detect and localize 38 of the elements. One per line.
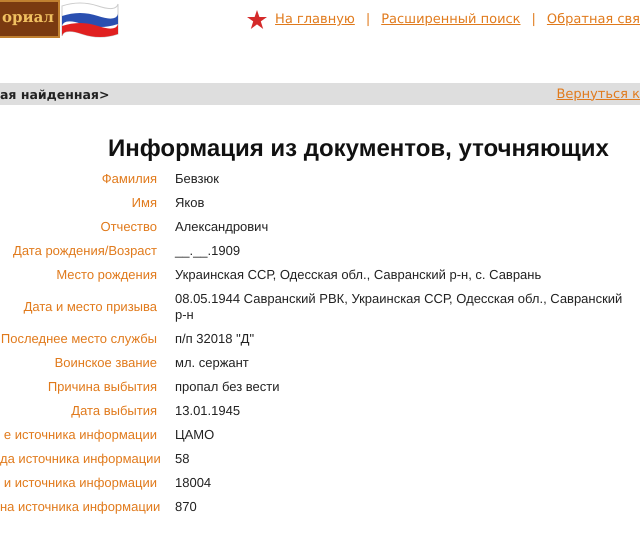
nav-link[interactable]: На главную [275,12,355,27]
field-label: Дата рождения/Возраст [12,243,157,259]
field-value: ЦАМО [175,427,216,443]
field-label: Фамилия [100,171,157,187]
separator: | [532,12,536,27]
field-label: Имя [130,195,157,211]
field-value: Александрович [175,219,270,235]
field-value: __.__.1909 [175,243,242,259]
field-value: мл. сержант [175,355,250,371]
field-value: 58 [175,451,190,467]
page-title: Информация из документов, уточняющих [108,135,610,163]
back-link[interactable]: Вернуться к [556,86,640,102]
field-label: Место рождения [55,267,157,283]
flag-icon [60,0,120,40]
breadcrumb: ая найденная> [0,86,110,102]
nav-link[interactable]: Обратная свя [546,12,640,27]
field-value: Яков [175,195,206,211]
field-label: на источника информации [0,499,157,515]
field-value: Украинская ССР, Одесская обл., Савранский р-н, с. Саврань [175,267,542,283]
logo-text: ориал [0,0,60,38]
field-label: Дата и место призыва [22,299,157,315]
field-label: Дата выбытия [70,403,157,419]
field-label: и источника информации [2,475,157,491]
field-value: 08.05.1944 Савранский РВК, Украинская ССР, Одесская обл., Савранский р-н [175,291,624,323]
field-value: пропал без вести [175,379,280,395]
separator: | [366,12,370,27]
nav-link[interactable]: Расширенный поиск [381,12,521,27]
field-value: Бевзюк [175,171,220,187]
field-value: 18004 [175,475,212,491]
field-value: 13.01.1945 [175,403,242,419]
field-label: Причина выбытия [46,379,157,395]
field-value: п/п 32018 "Д" [175,331,256,347]
field-label: Воинское звание [54,355,157,371]
field-label: Отчество [99,219,157,235]
field-value: 870 [175,499,198,515]
field-label: е источника информации [2,427,157,443]
star-icon [247,10,268,29]
field-label: Последнее место службы [0,331,157,347]
